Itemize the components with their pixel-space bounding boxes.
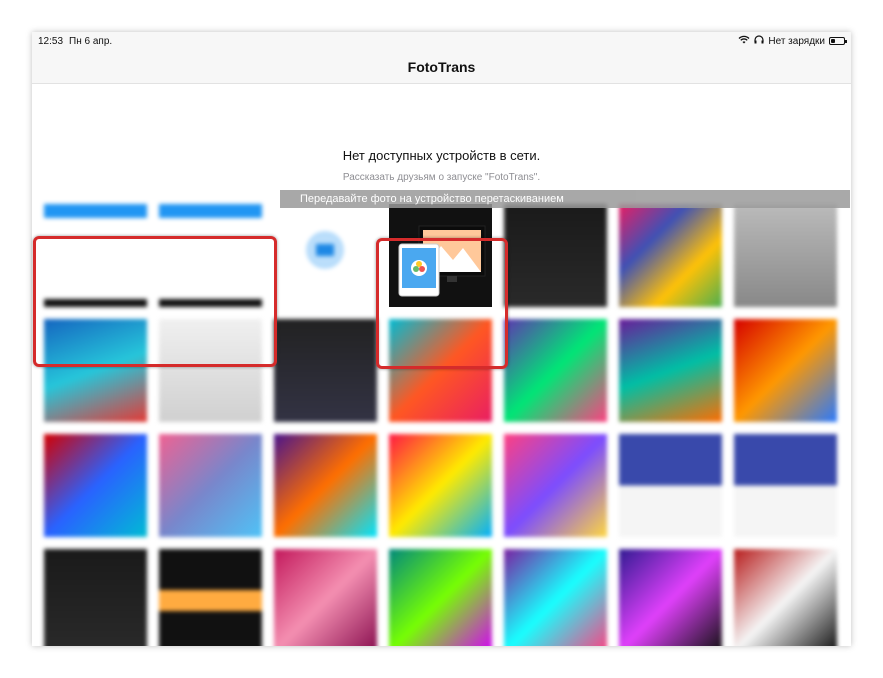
photo-thumbnail[interactable] [734, 434, 837, 537]
charging-status: Нет зарядки [768, 35, 825, 47]
app-title: FotoTrans [407, 58, 476, 75]
wifi-icon [738, 35, 750, 47]
battery-fill [831, 39, 836, 43]
photo-thumbnail[interactable] [389, 549, 492, 646]
photo-thumbnail[interactable] [619, 549, 722, 646]
status-date: Пн 6 апр. [69, 35, 113, 47]
photo-thumbnail[interactable] [504, 204, 607, 307]
highlight-box-left [33, 236, 277, 367]
photo-thumbnail[interactable] [619, 319, 722, 422]
photo-thumbnail[interactable] [274, 319, 377, 422]
status-bar: 12:53 Пн 6 апр. Нет зарядки [32, 32, 851, 50]
headphones-icon [754, 35, 764, 47]
photo-thumbnail[interactable] [619, 434, 722, 537]
navigation-bar: FotoTrans [32, 50, 851, 84]
photo-thumbnail[interactable] [734, 549, 837, 646]
photo-thumbnail[interactable] [44, 549, 147, 646]
photo-thumbnail[interactable] [274, 204, 377, 307]
photo-thumbnail[interactable] [734, 204, 837, 307]
status-time: 12:53 [38, 35, 64, 47]
drag-hint-banner: Передавайте фото на устройство перетаски… [280, 190, 850, 208]
photo-thumbnail[interactable] [504, 434, 607, 537]
photo-thumbnail[interactable] [44, 434, 147, 537]
photo-thumbnail[interactable] [504, 319, 607, 422]
app-icon [306, 231, 344, 269]
photo-thumbnail[interactable] [159, 549, 262, 646]
photo-thumbnail[interactable] [504, 549, 607, 646]
share-link[interactable]: Рассказать друзьям о запуске "FotoTrans"… [32, 172, 851, 183]
photo-thumbnail[interactable] [274, 434, 377, 537]
battery-icon [829, 37, 847, 45]
photo-thumbnail[interactable] [734, 319, 837, 422]
photo-thumbnail[interactable] [159, 434, 262, 537]
photo-thumbnail[interactable] [274, 549, 377, 646]
no-devices-message: Нет доступных устройств в сети. [342, 148, 541, 163]
photo-thumbnail[interactable] [389, 434, 492, 537]
photo-thumbnail[interactable] [619, 204, 722, 307]
highlight-box-right [376, 238, 508, 369]
